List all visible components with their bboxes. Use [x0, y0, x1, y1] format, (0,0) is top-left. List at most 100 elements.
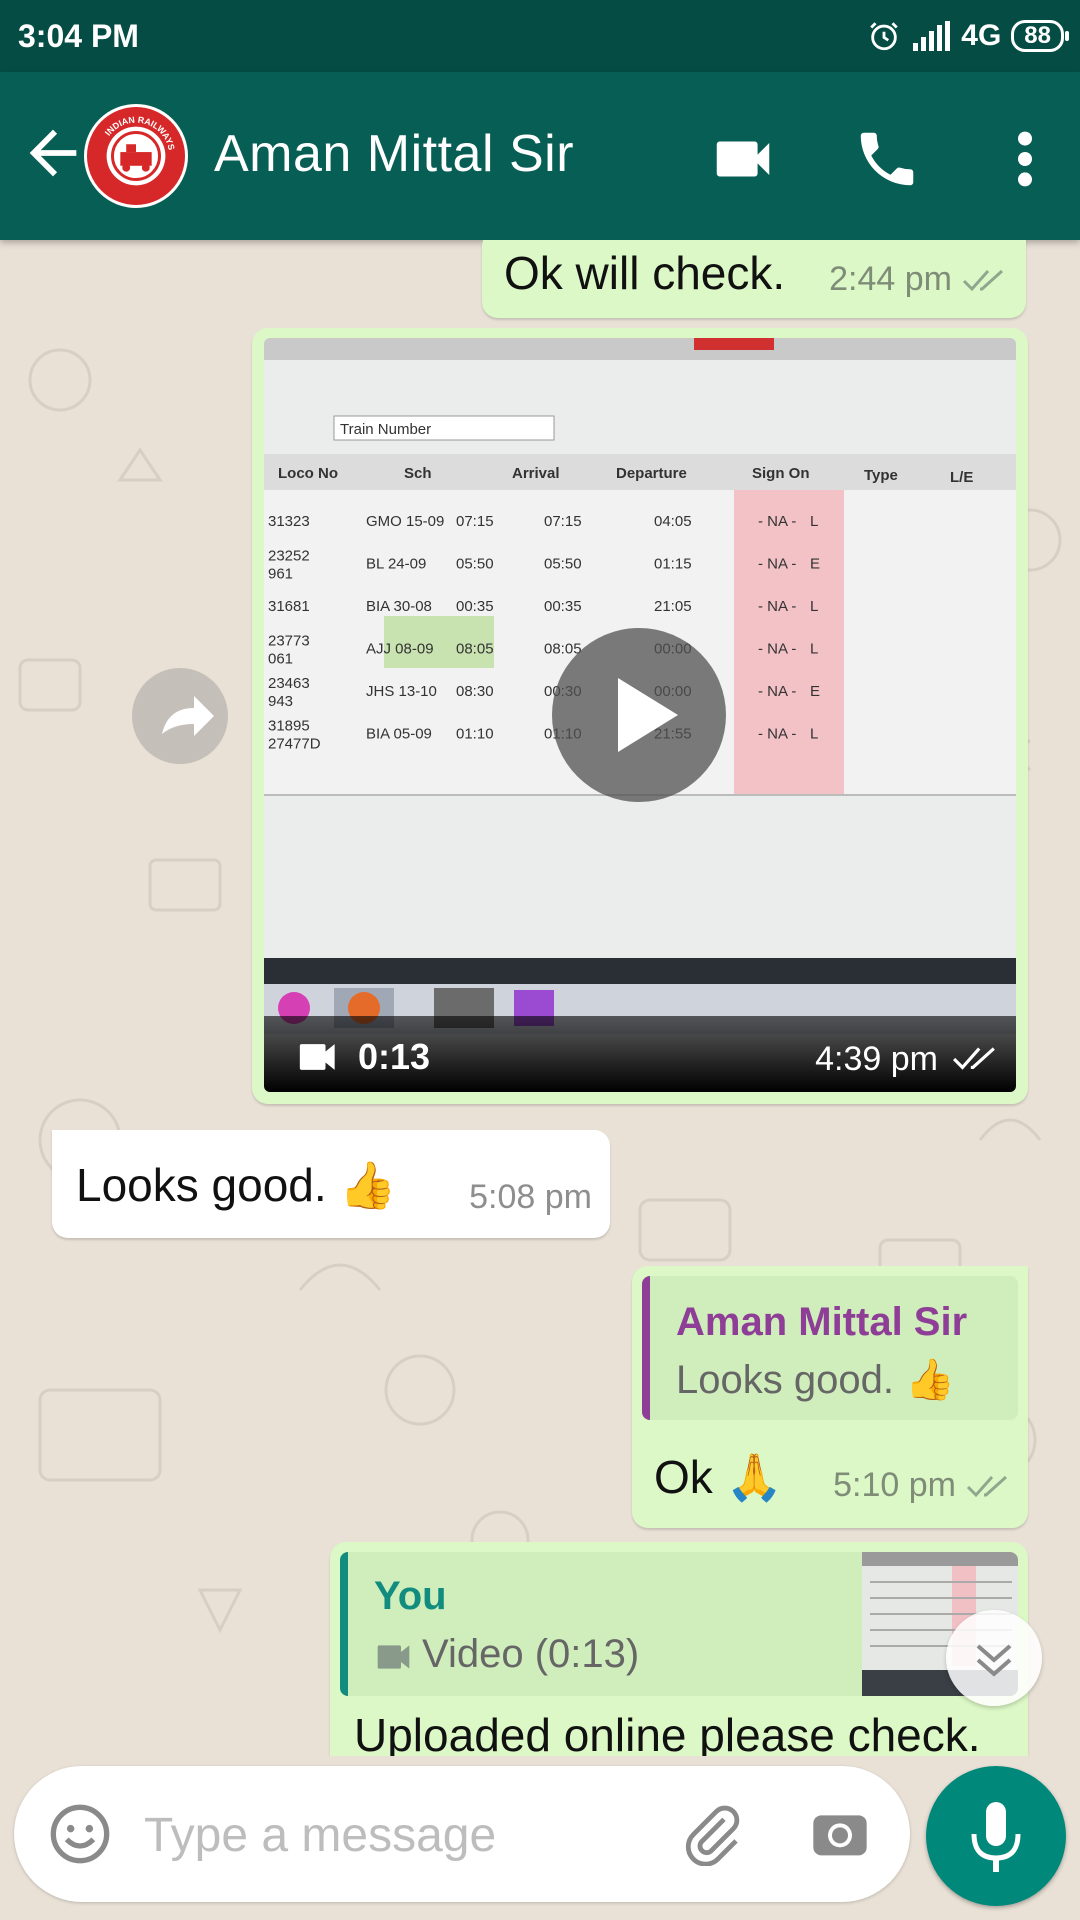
preview-table-cell: - NA - [758, 513, 796, 530]
battery-indicator: 88 [1011, 20, 1069, 52]
message-composer: Type a message [14, 1766, 910, 1902]
preview-table-cell: 01:15 [654, 556, 692, 573]
preview-table-cell: - NA - [758, 683, 796, 700]
message-bubble-outgoing[interactable]: You Video (0:13) Uploaded online please … [330, 1542, 1028, 1756]
preview-table-cell: L [810, 513, 818, 530]
double-check-icon [966, 1475, 1008, 1497]
voice-call-icon[interactable] [852, 124, 922, 194]
message-bubble-outgoing[interactable]: Aman Mittal Sir Looks good. 👍 Ok 🙏 5:10 … [632, 1266, 1028, 1528]
forward-button[interactable] [132, 668, 228, 764]
message-time: 5:10 pm [833, 1466, 956, 1504]
preview-table-cell: L [810, 598, 818, 615]
play-button[interactable] [552, 628, 726, 802]
avatar[interactable]: INDIAN RAILWAYS [84, 104, 188, 208]
indian-railways-logo-icon: INDIAN RAILWAYS [88, 108, 184, 204]
signal-icon [913, 21, 951, 51]
preview-table-cell: 07:15 [456, 513, 494, 530]
contact-name[interactable]: Aman Mittal Sir [214, 124, 574, 184]
message-meta: 5:10 pm [833, 1466, 1010, 1505]
preview-table-cell: 27477D [268, 736, 321, 753]
preview-table-cell: 23773 [268, 633, 310, 650]
preview-table-cell: GMO 15-09 [366, 513, 444, 530]
preview-column-header: Sign On [752, 465, 810, 482]
video-duration: 0:13 [358, 1036, 431, 1077]
message-text: Looks good. 👍 [76, 1159, 397, 1211]
quoted-message[interactable]: Aman Mittal Sir Looks good. 👍 [642, 1276, 1018, 1420]
preview-table-cell: BIA 30-08 [366, 598, 432, 615]
preview-table-cell: 08:05 [456, 641, 494, 658]
play-icon [618, 678, 678, 752]
preview-table-cell: - NA - [758, 598, 796, 615]
message-bubble-outgoing[interactable]: Ok will check. 2:44 pm [482, 240, 1026, 318]
microphone-icon [971, 1802, 1021, 1872]
quote-accent-bar [340, 1552, 348, 1696]
quote-text: Video (0:13) [422, 1632, 640, 1676]
preview-table-cell: 961 [268, 566, 293, 583]
preview-column-header: Arrival [512, 465, 560, 482]
video-camera-icon [299, 1044, 335, 1070]
quoted-message[interactable]: You Video (0:13) [340, 1552, 1018, 1696]
preview-table-cell: 04:05 [654, 513, 692, 530]
preview-table-cell: L [810, 641, 818, 658]
video-call-icon[interactable] [708, 124, 778, 194]
preview-table-cell: 31323 [268, 513, 310, 530]
preview-column-header: Loco No [278, 465, 338, 482]
video-info-bar: 0:13 4:39 pm [264, 1016, 1016, 1092]
preview-table-cell: 31681 [268, 598, 310, 615]
preview-table-cell: 01:10 [456, 726, 494, 743]
preview-table-cell: L [810, 726, 818, 743]
preview-table-cell: BL 24-09 [366, 556, 426, 573]
preview-table-cell: E [810, 683, 820, 700]
preview-table-cell: - NA - [758, 726, 796, 743]
preview-search-placeholder: Train Number [340, 421, 431, 438]
status-icons: 4G 88 [867, 16, 1069, 56]
share-arrow-icon [162, 696, 214, 736]
preview-table-cell: 31895 [268, 718, 310, 735]
message-meta: 2:44 pm [829, 260, 1006, 299]
video-thumbnail[interactable]: Train Number Loco No Sch Arrival Departu… [264, 338, 1016, 1092]
preview-table-cell: - NA - [758, 641, 796, 658]
preview-table-cell: 05:50 [456, 556, 494, 573]
quote-author: You [374, 1574, 447, 1618]
video-camera-icon [377, 1645, 410, 1669]
preview-table-cell: BIA 05-09 [366, 726, 432, 743]
message-time: 2:44 pm [829, 260, 952, 298]
alarm-icon [870, 22, 899, 51]
preview-column-header: Type [864, 467, 898, 484]
preview-table-cell: 00:35 [456, 598, 494, 615]
preview-table-cell: 00:35 [544, 598, 582, 615]
preview-table-cell: 23252 [268, 548, 310, 565]
preview-table-cell: JHS 13-10 [366, 683, 437, 700]
voice-record-button[interactable] [926, 1766, 1066, 1906]
preview-table-cell: 23463 [268, 675, 310, 692]
message-input[interactable]: Type a message [144, 1808, 496, 1863]
status-bar: 3:04 PM 4G 88 [0, 0, 1080, 72]
quote-accent-bar [642, 1276, 650, 1420]
message-meta: 5:08 pm [469, 1178, 592, 1217]
chat-header: INDIAN RAILWAYS Aman Mittal Sir [0, 72, 1080, 240]
message-text: Uploaded online please check. [354, 1709, 981, 1756]
message-text: Ok will check. [504, 247, 786, 299]
message-text: Ok 🙏 [654, 1451, 783, 1503]
preview-table-cell: 07:15 [544, 513, 582, 530]
more-options-icon[interactable] [990, 124, 1060, 194]
message-time: 5:08 pm [469, 1178, 592, 1216]
scroll-to-bottom-button[interactable] [946, 1610, 1042, 1706]
message-bubble-incoming[interactable]: Looks good. 👍 5:08 pm [52, 1130, 610, 1238]
preview-column-header: Departure [616, 465, 687, 482]
chat-area[interactable]: Ok will check. 2:44 pm Train Number Loco… [0, 240, 1080, 1756]
quote-author: Aman Mittal Sir [676, 1300, 968, 1344]
preview-table-cell: 08:30 [456, 683, 494, 700]
status-time: 3:04 PM [18, 18, 139, 54]
message-time: 4:39 pm [815, 1040, 938, 1078]
preview-table-cell: E [810, 556, 820, 573]
preview-table-cell: AJJ 08-09 [366, 641, 434, 658]
attach-paperclip-icon[interactable] [680, 1802, 744, 1866]
preview-column-header: L/E [950, 469, 973, 486]
double-chevron-down-icon [976, 1644, 1012, 1677]
double-check-icon [952, 1047, 995, 1070]
emoji-icon[interactable] [48, 1802, 112, 1866]
back-arrow-icon[interactable] [18, 118, 88, 188]
camera-icon[interactable] [808, 1802, 872, 1866]
preview-table-cell: 061 [268, 651, 293, 668]
